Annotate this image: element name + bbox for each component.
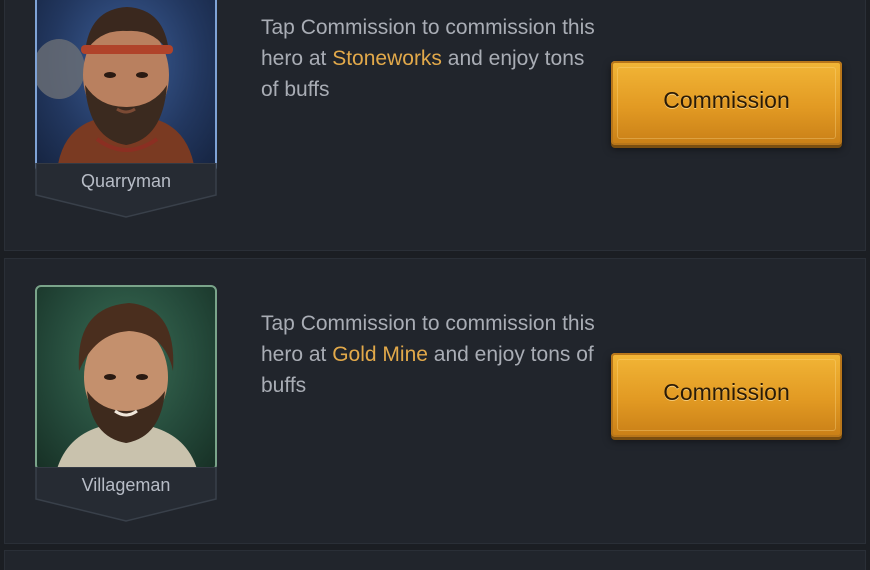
commission-button-label: Commission	[663, 379, 790, 405]
hero-nameplate: Quarryman	[33, 163, 219, 223]
commission-button[interactable]: Commission	[611, 353, 842, 437]
building-name: Stoneworks	[332, 47, 442, 70]
hero-card-villageman: Villageman Tap Commission to commission …	[4, 258, 866, 544]
quarryman-portrait-image	[37, 7, 195, 171]
commission-button[interactable]: Commission	[611, 61, 842, 145]
hero-portrait[interactable]	[35, 0, 217, 173]
hero-commission-screen: Quarryman Tap Commission to commission t…	[0, 0, 870, 570]
hero-nameplate: Villageman	[33, 467, 219, 527]
hero-name: Quarryman	[80, 171, 172, 191]
building-name: Gold Mine	[332, 343, 428, 366]
hero-card-quarryman: Quarryman Tap Commission to commission t…	[4, 0, 866, 251]
villageman-portrait-image	[57, 303, 197, 469]
hero-card-partial	[4, 550, 866, 570]
commission-button-label: Commission	[663, 87, 790, 113]
hero-portrait[interactable]	[35, 285, 217, 471]
hero-name: Villageman	[81, 475, 171, 495]
hero-description: Tap Commission to commission this hero a…	[261, 308, 601, 401]
hero-description: Tap Commission to commission this hero a…	[261, 12, 601, 105]
